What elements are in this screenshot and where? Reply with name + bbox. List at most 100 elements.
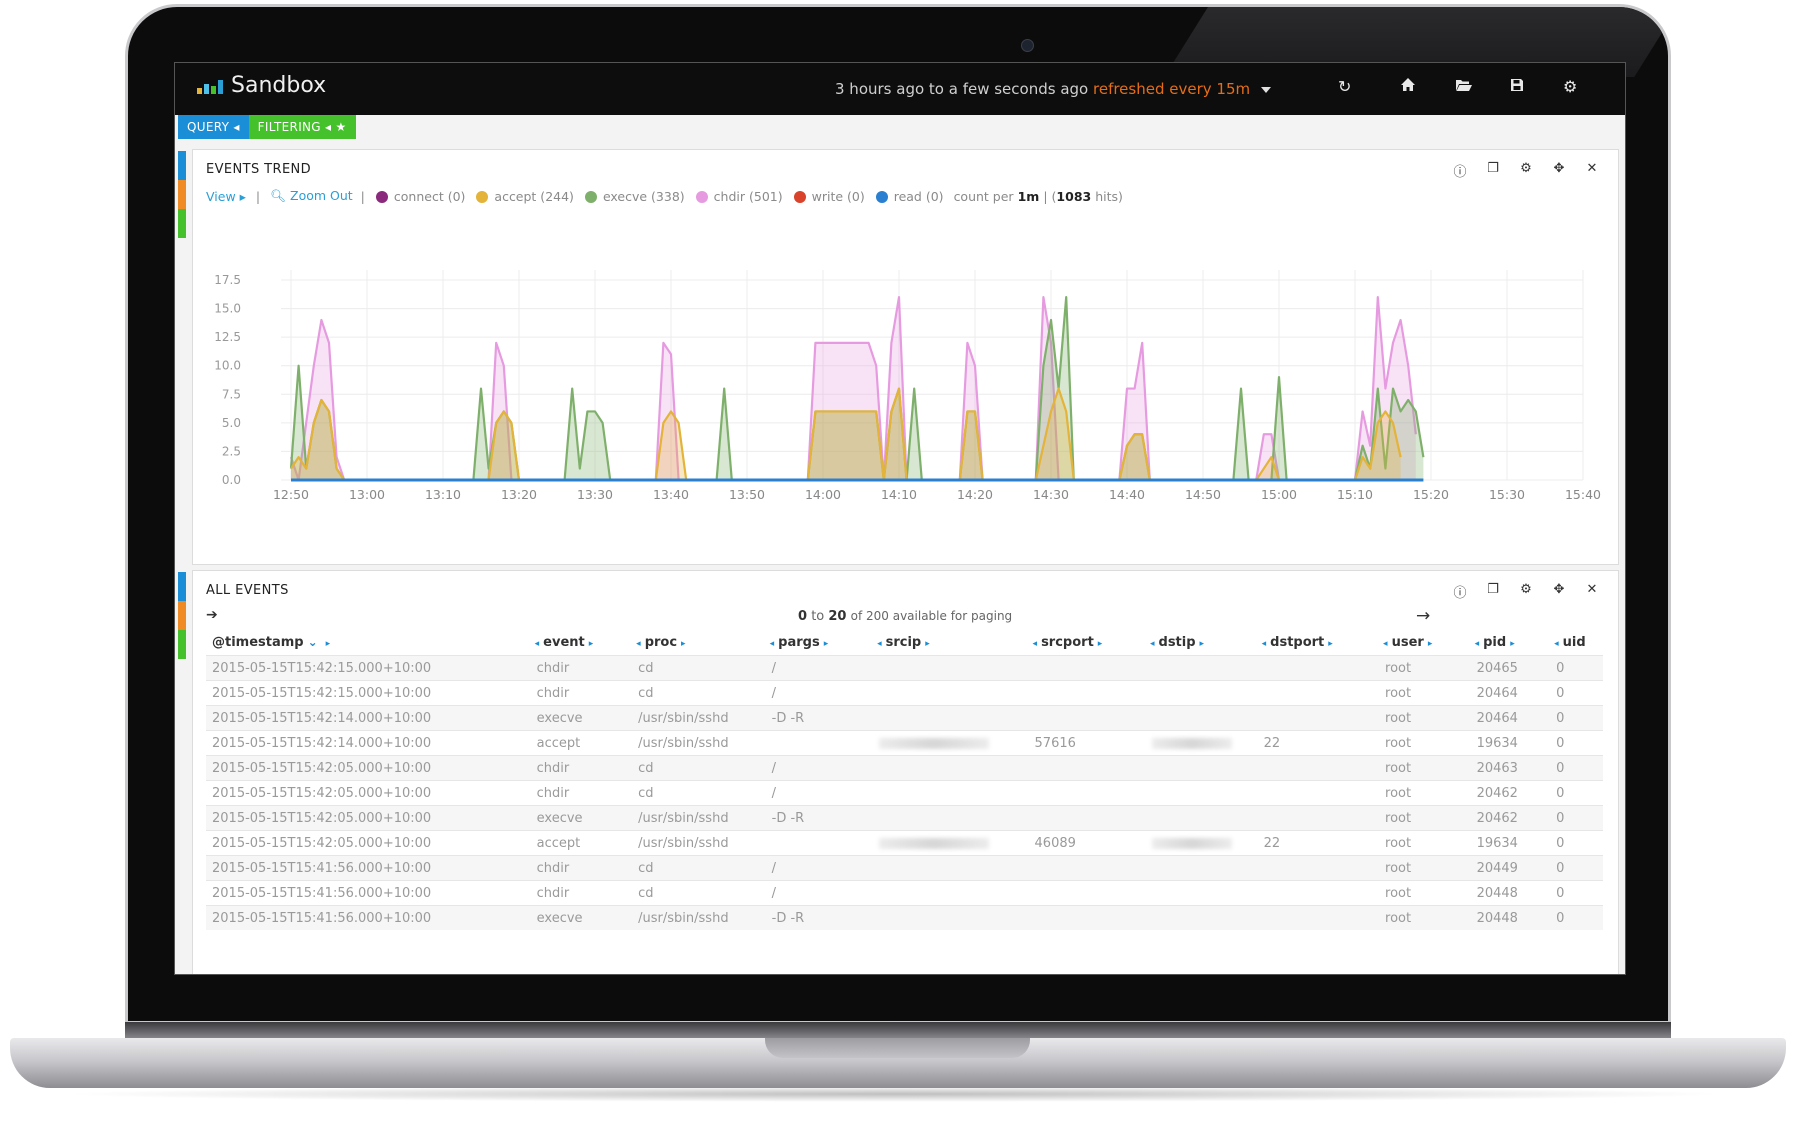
table-header-row: @timestamp ⌄ ▸ ◂ event ▸ ◂ proc ▸ ◂ pargs ▸ ◂ srcip ▸ ◂…: [206, 629, 1603, 656]
legend-label[interactable]: read (0): [894, 189, 944, 204]
column-header-dstip[interactable]: ◂ dstip ▸: [1146, 629, 1258, 656]
move-icon[interactable]: ✥: [1551, 161, 1567, 180]
cell-dstport: [1257, 905, 1380, 930]
refresh-icon[interactable]: ↻: [1338, 77, 1351, 96]
copy-icon[interactable]: ❐: [1485, 582, 1501, 601]
expand-fields-icon[interactable]: ➔: [206, 607, 218, 623]
table-row[interactable]: 2015-05-15T15:42:14.000+10:00 execve/usr/…: [206, 705, 1603, 731]
move-right-icon[interactable]: ▸: [681, 639, 686, 649]
table-row[interactable]: 2015-05-15T15:42:05.000+10:00 accept/usr/…: [206, 830, 1603, 856]
move-left-icon[interactable]: ◂: [1554, 639, 1559, 649]
brand[interactable]: Sandbox: [197, 73, 326, 98]
table-row[interactable]: 2015-05-15T15:42:15.000+10:00 chdir cd / roo…: [206, 655, 1603, 681]
gear-icon[interactable]: ⚙: [1563, 77, 1577, 96]
cell-pid: 20465: [1470, 655, 1551, 681]
close-icon[interactable]: ✕: [1584, 582, 1600, 601]
legend-label[interactable]: chdir (501): [714, 189, 783, 204]
move-right-icon[interactable]: ▸: [1510, 639, 1515, 649]
interval-value[interactable]: 1m: [1018, 189, 1040, 204]
column-label: pid: [1483, 634, 1507, 650]
move-left-icon[interactable]: ◂: [1475, 639, 1480, 649]
legend-dot[interactable]: [584, 191, 597, 203]
move-left-icon[interactable]: ◂: [1383, 639, 1388, 649]
table-row[interactable]: 2015-05-15T15:42:14.000+10:00 accept/usr/…: [206, 730, 1603, 756]
query-pill[interactable]: QUERY ◂: [178, 115, 249, 139]
zoom-out-button[interactable]: 🔍︎ Zoom Out: [270, 188, 353, 204]
legend-label[interactable]: connect (0): [394, 189, 466, 204]
info-icon[interactable]: ⓘ: [1452, 582, 1468, 601]
table-row[interactable]: 2015-05-15T15:41:56.000+10:00 execve/usr/…: [206, 905, 1603, 930]
legend-dot[interactable]: [476, 191, 489, 203]
x-tick-label: 15:30: [1489, 487, 1525, 502]
legend-dot[interactable]: [875, 191, 888, 203]
legend-dot[interactable]: [793, 191, 806, 203]
table-row[interactable]: 2015-05-15T15:42:15.000+10:00 chdir cd / roo…: [206, 680, 1603, 706]
column-header-uid[interactable]: ◂ uid: [1550, 629, 1603, 656]
legend-label[interactable]: execve (338): [603, 189, 685, 204]
table-row[interactable]: 2015-05-15T15:42:05.000+10:00 execve/usr/…: [206, 805, 1603, 831]
cell-uid: 0: [1550, 680, 1603, 706]
move-icon[interactable]: ✥: [1551, 582, 1567, 601]
legend-label[interactable]: accept (244): [494, 189, 574, 204]
move-right-icon[interactable]: ▸: [925, 639, 930, 649]
column-header-srcip[interactable]: ◂ srcip ▸: [873, 629, 1028, 656]
move-left-icon[interactable]: ◂: [770, 639, 775, 649]
row-bar-trend[interactable]: [178, 151, 186, 238]
table-row[interactable]: 2015-05-15T15:41:56.000+10:00 chdir cd / roo…: [206, 880, 1603, 906]
save-icon[interactable]: [1510, 77, 1524, 96]
table-row[interactable]: 2015-05-15T15:42:05.000+10:00 chdir cd / roo…: [206, 755, 1603, 781]
move-right-icon[interactable]: ▸: [824, 639, 829, 649]
cell-pargs: /: [765, 880, 874, 906]
legend-dot[interactable]: [695, 191, 708, 203]
cell-srcip: [873, 805, 1029, 831]
move-right-icon[interactable]: ▸: [1428, 639, 1433, 649]
row-bar-events[interactable]: [178, 572, 186, 659]
column-header-user[interactable]: ◂ user ▸: [1379, 629, 1471, 656]
gear-icon[interactable]: ⚙: [1518, 582, 1534, 601]
table-row[interactable]: 2015-05-15T15:41:56.000+10:00 chdir cd / roo…: [206, 855, 1603, 881]
column-header-event[interactable]: ◂ event ▸: [531, 629, 633, 656]
cell-timestamp: 2015-05-15T15:41:56.000+10:00: [206, 855, 531, 881]
info-icon[interactable]: ⓘ: [1452, 161, 1468, 180]
x-tick-label: 14:00: [805, 487, 841, 502]
move-right-icon[interactable]: ▸: [326, 639, 331, 649]
move-left-icon[interactable]: ◂: [877, 639, 882, 649]
sort-desc-icon[interactable]: ⌄: [308, 635, 318, 649]
move-left-icon[interactable]: ◂: [1262, 639, 1267, 649]
events-trend-chart[interactable]: 0.0 2.5 5.0 7.5 10.0 12.5 15.0 17.5 12:50 05-15 13…: [193, 206, 1618, 506]
column-header-dstport[interactable]: ◂ dstport ▸: [1258, 629, 1379, 656]
cell-dstport: [1257, 855, 1380, 881]
move-left-icon[interactable]: ◂: [1150, 639, 1155, 649]
column-header-proc[interactable]: ◂ proc ▸: [632, 629, 765, 656]
page-to-label: to: [811, 609, 825, 624]
cell-uid: 0: [1550, 755, 1603, 781]
move-left-icon[interactable]: ◂: [535, 639, 540, 649]
gear-icon[interactable]: ⚙: [1518, 161, 1534, 180]
table-row[interactable]: 2015-05-15T15:42:05.000+10:00 chdir cd / roo…: [206, 780, 1603, 806]
move-right-icon[interactable]: ▸: [589, 639, 594, 649]
next-page-icon[interactable]: →: [1416, 606, 1430, 626]
time-picker[interactable]: 3 hours ago to a few seconds ago refresh…: [835, 80, 1271, 98]
move-left-icon[interactable]: ◂: [636, 639, 641, 649]
copy-icon[interactable]: ❐: [1485, 161, 1501, 180]
x-tick-label: 05-15: [957, 505, 993, 506]
cell-srcip: [873, 905, 1029, 930]
filtering-pill[interactable]: FILTERING ◂ ★: [248, 115, 356, 139]
column-header-timestamp[interactable]: @timestamp ⌄ ▸: [206, 629, 531, 656]
panel-title: ALL EVENTS: [206, 583, 289, 598]
legend-dot[interactable]: [375, 191, 388, 203]
column-header-pargs[interactable]: ◂ pargs ▸: [766, 629, 873, 656]
column-header-pid[interactable]: ◂ pid ▸: [1471, 629, 1551, 656]
folder-open-icon[interactable]: [1455, 77, 1473, 96]
cell-user: root: [1379, 880, 1471, 906]
move-right-icon[interactable]: ▸: [1098, 639, 1103, 649]
move-left-icon[interactable]: ◂: [1033, 639, 1038, 649]
column-header-srcport[interactable]: ◂ srcport ▸: [1029, 629, 1146, 656]
move-right-icon[interactable]: ▸: [1328, 639, 1333, 649]
close-icon[interactable]: ✕: [1584, 161, 1600, 180]
cell-srcport: [1028, 705, 1146, 731]
home-icon[interactable]: [1400, 77, 1416, 96]
move-right-icon[interactable]: ▸: [1200, 639, 1205, 649]
legend-label[interactable]: write (0): [812, 189, 865, 204]
view-menu[interactable]: View ▸: [206, 189, 246, 204]
